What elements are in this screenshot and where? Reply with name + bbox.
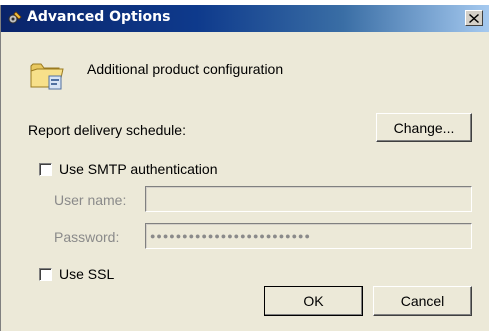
password-field[interactable]: ●●●●●●●●●●●●●●●●●●●●●●●●● [145, 223, 472, 249]
close-icon [469, 13, 479, 23]
window-title: Advanced Options [27, 9, 171, 25]
password-label: Password: [54, 229, 120, 245]
title-bar[interactable]: Advanced Options [1, 5, 489, 32]
smtp-auth-checkbox[interactable] [39, 163, 52, 176]
username-label: User name: [54, 192, 127, 208]
close-button[interactable] [465, 10, 483, 26]
change-schedule-button[interactable]: Change... [376, 113, 472, 142]
smtp-auth-label[interactable]: Use SMTP authentication [59, 161, 218, 177]
options-gear-icon [8, 11, 22, 24]
username-field[interactable] [145, 186, 472, 212]
use-ssl-label[interactable]: Use SSL [59, 266, 114, 282]
ok-button[interactable]: OK [264, 286, 363, 316]
dialog-description: Additional product configuration [87, 61, 284, 77]
advanced-options-dialog: Advanced Options Additional product conf… [0, 5, 489, 331]
cancel-button[interactable]: Cancel [373, 286, 472, 316]
folder-icon [30, 63, 64, 90]
schedule-label: Report delivery schedule: [28, 122, 186, 138]
use-ssl-checkbox[interactable] [39, 268, 52, 281]
